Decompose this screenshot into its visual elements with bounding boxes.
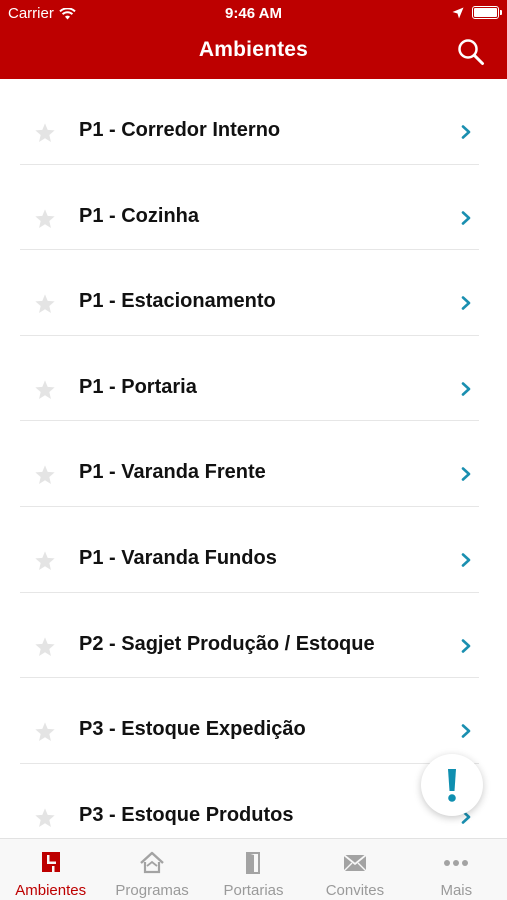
search-button[interactable] (457, 38, 485, 66)
list-item[interactable]: P1 - Varanda Fundos (20, 507, 479, 593)
list-item[interactable]: P1 - Varanda Frente (20, 421, 479, 507)
list-item-label: P1 - Varanda Frente (79, 461, 266, 484)
house-icon (139, 851, 165, 875)
list-item[interactable]: P2 - Sagjet Produção / Estoque (20, 593, 479, 679)
chevron-right-icon (461, 724, 471, 738)
battery-icon (472, 6, 502, 19)
favorite-star-icon[interactable] (34, 293, 56, 315)
favorite-star-icon[interactable] (34, 550, 56, 572)
chevron-right-icon (461, 381, 471, 396)
list-item[interactable]: P1 - Estacionamento (20, 250, 479, 336)
list-item-label: P1 - Cozinha (79, 204, 200, 227)
list-item[interactable]: P3 - Estoque Produtos (20, 764, 479, 838)
chevron-right-icon (461, 467, 471, 482)
list-item-label: P1 - Varanda Fundos (79, 546, 277, 569)
chevron-right-icon (461, 638, 471, 653)
chevron-right-icon (461, 296, 471, 310)
tab-label: Mais (440, 882, 473, 899)
list-item-label: P2 - Sagjet Produção / Estoque (79, 632, 375, 655)
location-arrow-icon (452, 7, 464, 18)
favorite-star-icon[interactable] (34, 379, 56, 401)
favorite-star-icon[interactable] (34, 721, 56, 743)
list-item[interactable]: P1 - Corredor Interno (20, 79, 479, 165)
page-title: Ambientes (198, 38, 309, 61)
tab-label: Ambientes (15, 882, 87, 899)
envelope-icon (342, 851, 368, 875)
exclamation-icon (448, 769, 456, 802)
tab-mais[interactable]: Mais (406, 839, 507, 900)
list-item-label: P1 - Portaria (79, 375, 197, 398)
list-item-label: P3 - Estoque Produtos (79, 803, 294, 826)
chevron-right-icon (461, 210, 471, 225)
tab-label: Programas (115, 882, 189, 899)
tab-portarias[interactable]: Portarias (203, 839, 304, 900)
ambientes-icon (38, 851, 64, 875)
status-right (452, 6, 502, 19)
favorite-star-icon[interactable] (34, 807, 56, 829)
tab-convites[interactable]: Convites (304, 839, 405, 900)
favorite-star-icon[interactable] (34, 208, 56, 230)
alert-button[interactable] (421, 754, 483, 816)
navigation-header: Carrier 9:46 AM Ambientes (0, 0, 507, 79)
favorite-star-icon[interactable] (34, 122, 56, 144)
tab-ambientes[interactable]: Ambientes (0, 839, 101, 900)
ambientes-list[interactable]: P1 - Corredor Interno P1 - Cozinha P1 - Es… (0, 79, 507, 838)
list-item-label: P1 - Estacionamento (79, 290, 276, 313)
list-item-label: P1 - Corredor Interno (79, 119, 281, 141)
list-item[interactable]: P3 - Estoque Expedição (20, 678, 479, 764)
tab-programas[interactable]: Programas (101, 839, 202, 900)
list-item[interactable]: P1 - Portaria (20, 336, 479, 422)
tab-label: Convites (325, 882, 385, 899)
list-item-label: P3 - Estoque Expedição (79, 718, 306, 741)
more-dots-icon (443, 851, 469, 875)
list-item[interactable]: P1 - Cozinha (20, 165, 479, 251)
tab-label: Portarias (223, 882, 284, 899)
door-icon (240, 851, 266, 875)
search-icon (458, 39, 484, 65)
favorite-star-icon[interactable] (34, 636, 56, 658)
favorite-star-icon[interactable] (34, 464, 56, 486)
tab-bar: Ambientes Programas Portarias Convites Mais (0, 838, 507, 900)
status-bar: Carrier 9:46 AM (0, 0, 507, 28)
status-time: 9:46 AM (225, 5, 282, 22)
chevron-right-icon (461, 125, 471, 139)
chevron-right-icon (461, 553, 471, 567)
